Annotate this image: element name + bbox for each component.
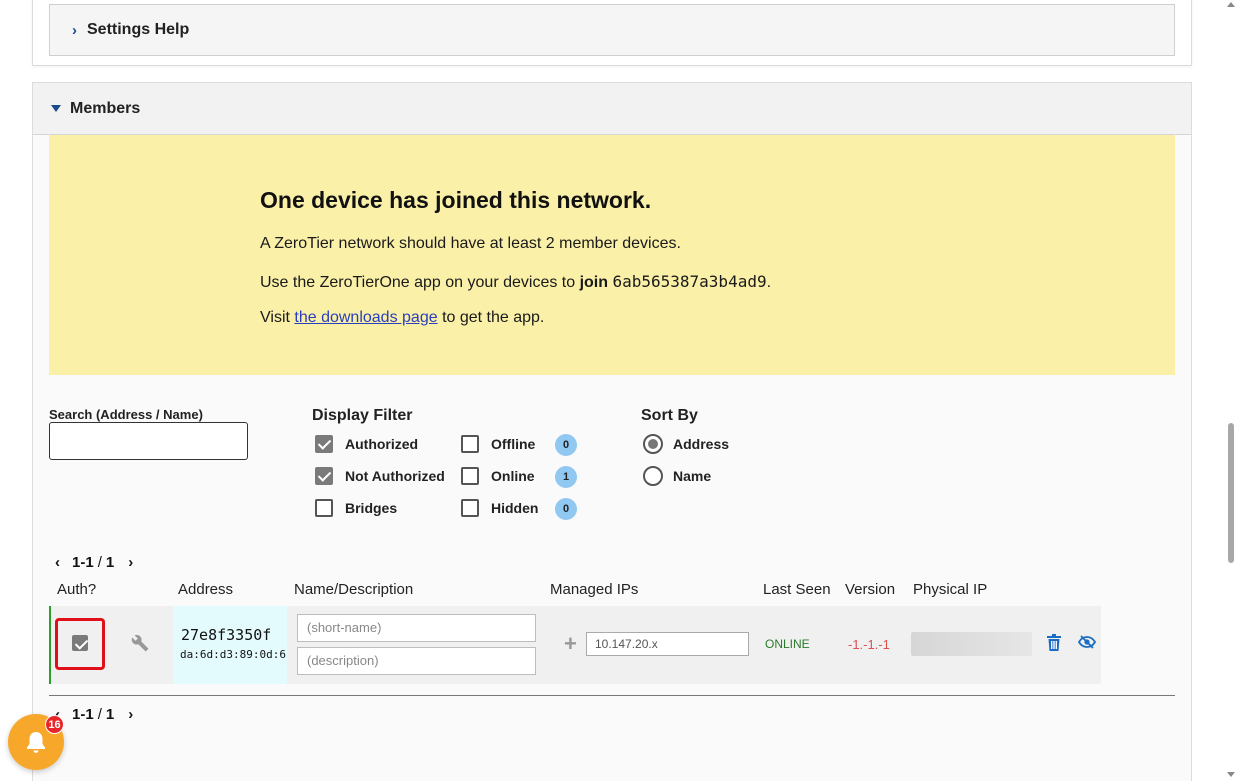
- col-last-seen: Last Seen: [763, 581, 831, 598]
- member-address: 27e8f3350f: [181, 626, 272, 644]
- col-address[interactable]: Address: [178, 581, 233, 598]
- scroll-thumb[interactable]: [1228, 423, 1234, 563]
- notice-line-2: Use the ZeroTierOne app on your devices …: [260, 272, 771, 292]
- member-version: -1.-1.-1: [848, 637, 890, 652]
- pager-bottom-range: 1-1: [72, 706, 94, 723]
- settings-help-label: Settings Help: [87, 21, 190, 38]
- auth-checkbox[interactable]: [72, 635, 88, 651]
- filter-online[interactable]: Online: [461, 467, 535, 485]
- notice-line-1: A ZeroTier network should have at least …: [260, 235, 681, 252]
- col-physical-ip: Physical IP: [913, 581, 988, 598]
- sort-name-option[interactable]: Name: [643, 466, 711, 486]
- notice-line-3-text: Visit: [260, 309, 295, 326]
- filter-bridges[interactable]: Bridges: [315, 499, 397, 517]
- physical-ip-redacted: [911, 632, 1032, 656]
- filter-hidden[interactable]: Hidden: [461, 499, 538, 517]
- join-notice: One device has joined this network. A Ze…: [49, 135, 1175, 375]
- notice-title: One device has joined this network.: [260, 187, 652, 213]
- filter-authorized-label: Authorized: [345, 436, 419, 452]
- short-name-input[interactable]: (short-name): [297, 614, 536, 642]
- sort-name-label: Name: [673, 468, 712, 484]
- settings-help-toggle[interactable]: › Settings Help: [49, 4, 1175, 56]
- notice-line-3-end: to get the app.: [437, 309, 545, 326]
- chevron-down-icon: [51, 105, 61, 112]
- sort-address-label: Address: [673, 436, 730, 452]
- wrench-icon[interactable]: [131, 634, 149, 657]
- col-version: Version: [845, 581, 896, 598]
- col-name[interactable]: Name/Description: [294, 581, 413, 598]
- settings-card: › Settings Help: [32, 0, 1192, 66]
- downloads-link[interactable]: the downloads page: [294, 309, 437, 326]
- add-ip-icon[interactable]: +: [564, 631, 577, 657]
- auth-highlight: [55, 618, 105, 670]
- filter-not-authorized-label: Not Authorized: [345, 468, 445, 484]
- filter-bridges-checkbox[interactable]: [315, 499, 333, 517]
- notice-line-2-end: .: [766, 274, 772, 291]
- pager-bottom: ‹ 1-1 / 1 ›: [53, 706, 135, 723]
- pager-total: 1: [105, 554, 115, 571]
- filter-authorized[interactable]: Authorized: [315, 435, 418, 453]
- notice-line-3: Visit the downloads page to get the app.: [260, 309, 544, 327]
- filter-offline-label: Offline: [491, 436, 536, 452]
- prev-page-icon[interactable]: ‹: [53, 554, 62, 571]
- filter-hidden-checkbox[interactable]: [461, 499, 479, 517]
- filter-not-authorized[interactable]: Not Authorized: [315, 467, 445, 485]
- table-row: 27e8f3350f da:6d:d3:89:0d:6 (short-name)…: [49, 606, 1101, 684]
- page: › Settings Help Members One device has j…: [0, 0, 1238, 781]
- page-scrollbar[interactable]: [1224, 0, 1238, 781]
- display-filter-title: Display Filter: [312, 407, 413, 424]
- members-header-toggle[interactable]: Members: [33, 83, 1191, 135]
- col-managed-ips: Managed IPs: [550, 581, 639, 598]
- sort-address-radio[interactable]: [643, 434, 663, 454]
- managed-ip-input[interactable]: 10.147.20.x: [586, 632, 749, 656]
- address-cell: 27e8f3350f da:6d:d3:89:0d:6: [173, 606, 287, 684]
- members-card: Members One device has joined this netwo…: [32, 82, 1192, 781]
- pager-separator: /: [97, 554, 102, 571]
- pager-range: 1-1: [72, 554, 94, 571]
- filter-bridges-label: Bridges: [345, 500, 398, 516]
- filter-hidden-label: Hidden: [491, 500, 539, 516]
- filter-online-checkbox[interactable]: [461, 467, 479, 485]
- scroll-down-icon[interactable]: [1227, 772, 1235, 777]
- trash-icon[interactable]: [1047, 634, 1061, 656]
- next-page-bottom-icon[interactable]: ›: [126, 706, 135, 723]
- search-label: Search (Address / Name): [49, 407, 203, 422]
- search-input[interactable]: [49, 422, 248, 460]
- filter-offline-checkbox[interactable]: [461, 435, 479, 453]
- network-id: 6ab565387a3b4ad9: [612, 272, 767, 291]
- filter-offline[interactable]: Offline: [461, 435, 535, 453]
- bell-icon: [27, 732, 45, 753]
- col-auth: Auth?: [57, 581, 97, 598]
- filter-authorized-checkbox[interactable]: [315, 435, 333, 453]
- sort-address-option[interactable]: Address: [643, 434, 729, 454]
- offline-count-badge: 0: [555, 434, 577, 456]
- notice-line-2-text: Use the ZeroTierOne app on your devices …: [260, 274, 580, 291]
- scroll-up-icon[interactable]: [1227, 2, 1235, 7]
- notification-count-badge: 16: [45, 715, 64, 734]
- sort-name-radio[interactable]: [643, 466, 663, 486]
- next-page-icon[interactable]: ›: [126, 554, 135, 571]
- table-divider: [49, 695, 1175, 696]
- hide-eye-icon[interactable]: [1077, 635, 1097, 654]
- members-header-label: Members: [70, 99, 141, 117]
- pager-bottom-total: 1: [105, 706, 115, 723]
- chevron-right-icon: ›: [72, 21, 77, 39]
- pager-top: ‹ 1-1 / 1 ›: [53, 554, 135, 571]
- sort-by-title: Sort By: [641, 407, 698, 424]
- online-count-badge: 1: [555, 466, 577, 488]
- description-input[interactable]: (description): [297, 647, 536, 675]
- filter-online-label: Online: [491, 468, 535, 484]
- hidden-count-badge: 0: [555, 498, 577, 520]
- last-seen-status: ONLINE: [765, 637, 810, 651]
- pager-bottom-separator: /: [97, 706, 102, 723]
- filter-not-authorized-checkbox[interactable]: [315, 467, 333, 485]
- notice-join-word: join: [579, 274, 609, 291]
- member-mac: da:6d:d3:89:0d:6: [180, 648, 286, 661]
